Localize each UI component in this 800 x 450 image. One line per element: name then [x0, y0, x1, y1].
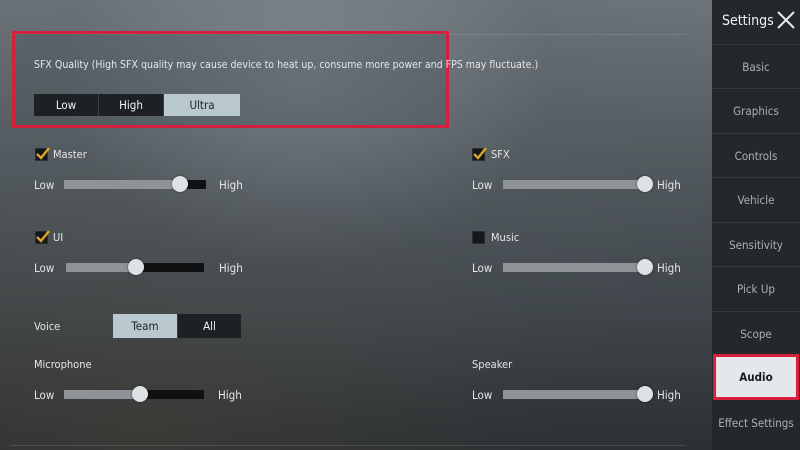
slider-knob[interactable]: [637, 386, 653, 402]
slider-fill: [503, 263, 645, 272]
slider-knob[interactable]: [131, 386, 148, 402]
microphone-label: Microphone: [34, 358, 92, 371]
sfx-label: SFX: [491, 148, 510, 161]
sfx-quality-label: SFX Quality (High SFX quality may cause …: [34, 59, 539, 71]
ui-checkbox[interactable]: [35, 230, 50, 244]
voice-channel-selector: Team All: [113, 314, 241, 338]
settings-sidebar: Settings Basic Graphics Controls Vehicle…: [712, 0, 800, 450]
sfx-volume-slider[interactable]: [503, 176, 653, 192]
ui-label: UI: [53, 231, 64, 244]
master-low-label: Low: [34, 178, 55, 192]
speaker-low-label: Low: [472, 388, 493, 402]
slider-fill: [66, 263, 137, 272]
sidebar-item-vehicle[interactable]: Vehicle: [712, 177, 800, 222]
checkmark-icon: [36, 230, 50, 243]
sidebar-item-sensitivity[interactable]: Sensitivity: [712, 222, 800, 267]
slider-fill: [503, 390, 645, 399]
sfx-high-label: High: [657, 178, 681, 192]
speaker-high-label: High: [657, 388, 681, 402]
music-low-label: Low: [472, 261, 493, 275]
voice-label: Voice: [34, 320, 61, 333]
slider-knob[interactable]: [637, 176, 653, 192]
sidebar-item-scope[interactable]: Scope: [712, 311, 800, 356]
sfx-option-high[interactable]: High: [99, 94, 164, 116]
sfx-option-low[interactable]: Low: [34, 94, 99, 116]
sfx-option-ultra[interactable]: Ultra: [164, 94, 240, 116]
voice-option-team[interactable]: Team: [113, 314, 178, 338]
slider-fill: [503, 180, 645, 189]
sidebar-item-pick-up[interactable]: Pick Up: [712, 266, 800, 311]
microphone-volume-slider[interactable]: [64, 386, 204, 402]
slider-fill: [64, 390, 140, 399]
music-volume-slider[interactable]: [503, 259, 653, 275]
checkmark-icon: [36, 147, 50, 160]
voice-option-all[interactable]: All: [178, 314, 241, 338]
speaker-label: Speaker: [472, 358, 513, 371]
music-label: Music: [491, 231, 520, 244]
sidebar-item-graphics[interactable]: Graphics: [712, 88, 800, 133]
settings-title: Settings: [722, 13, 774, 29]
sfx-quality-section: SFX Quality (High SFX quality may cause …: [12, 31, 538, 128]
sidebar-item-effect-settings[interactable]: Effect Settings: [712, 401, 800, 445]
ui-low-label: Low: [34, 261, 55, 275]
sfx-quality-selector: Low High Ultra: [34, 94, 240, 116]
master-volume-slider[interactable]: [64, 176, 206, 192]
microphone-high-label: High: [218, 388, 242, 402]
speaker-volume-slider[interactable]: [503, 386, 653, 402]
music-checkbox[interactable]: [472, 231, 485, 244]
sfx-low-label: Low: [472, 178, 493, 192]
master-label: Master: [53, 148, 87, 161]
master-checkbox[interactable]: [35, 147, 50, 161]
master-high-label: High: [219, 178, 243, 192]
ui-high-label: High: [219, 261, 243, 275]
sidebar-item-controls[interactable]: Controls: [712, 133, 800, 178]
music-high-label: High: [657, 261, 681, 275]
slider-fill: [64, 180, 181, 189]
close-icon[interactable]: [774, 8, 798, 32]
sidebar-item-basic[interactable]: Basic: [712, 44, 800, 89]
checkmark-icon: [473, 147, 487, 160]
ui-volume-slider[interactable]: [66, 259, 204, 275]
sidebar-item-audio[interactable]: Audio: [713, 354, 799, 400]
microphone-low-label: Low: [34, 388, 55, 402]
slider-knob[interactable]: [637, 259, 653, 275]
sfx-checkbox[interactable]: [472, 147, 487, 161]
